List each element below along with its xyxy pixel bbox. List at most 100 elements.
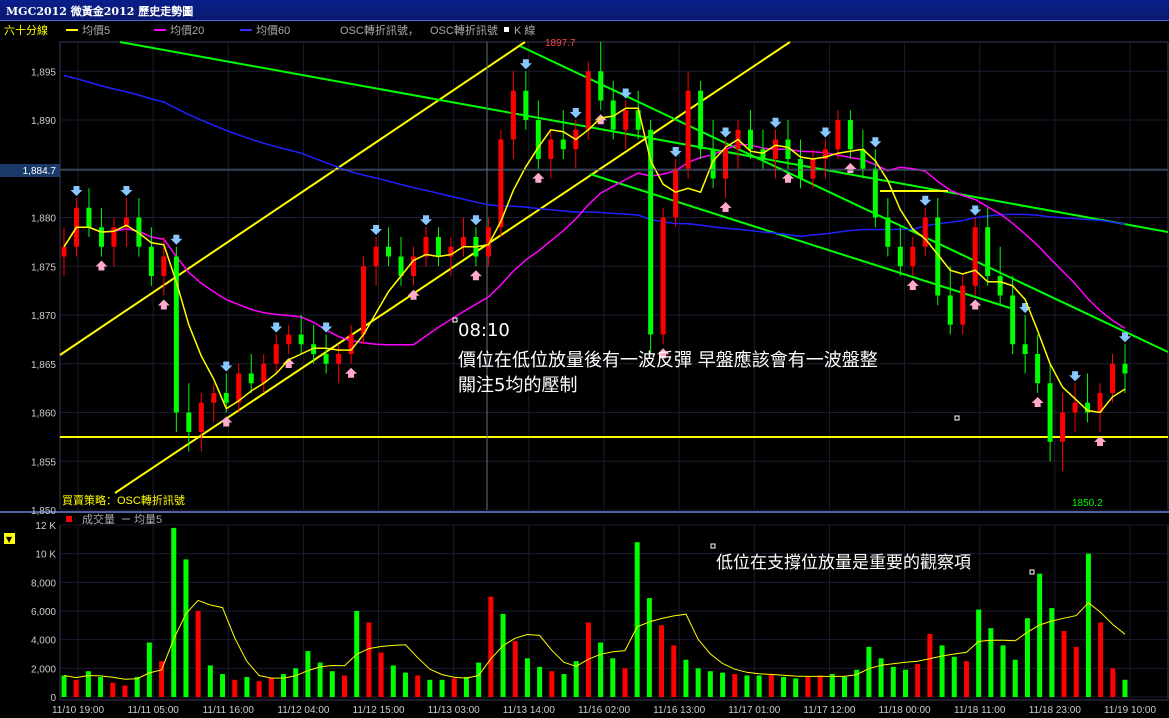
candle-body [922, 217, 928, 247]
strategy-label: 買賣策略：OSC轉折訊號 [62, 493, 185, 507]
candle-body [985, 227, 991, 276]
volume-legend-label: 成交量 [82, 512, 115, 526]
volume-tick-label: 12 K [35, 521, 56, 532]
volume-bar [732, 674, 738, 697]
legend-ma20: 均價20 [170, 23, 204, 37]
candle-body [1122, 363, 1128, 374]
volume-bar [744, 675, 750, 697]
candle-body [148, 246, 154, 276]
volume-bar [683, 659, 689, 697]
x-tick-label: 11/12 15:00 [353, 705, 406, 716]
candle-body [673, 168, 679, 218]
candle-body [685, 90, 691, 169]
buy-signal-arrow [532, 172, 545, 183]
candle-body [1035, 354, 1041, 384]
volume-bar [451, 678, 457, 697]
x-tick-label: 11/18 23:00 [1029, 705, 1082, 716]
candle-body [236, 373, 242, 403]
candle-body [161, 256, 167, 276]
candle-body [61, 246, 67, 257]
candle-body [1010, 295, 1016, 345]
candle-body [972, 227, 978, 286]
candle-body [435, 237, 441, 257]
volume-bar [293, 668, 299, 697]
x-tick-label: 11/16 13:00 [653, 705, 706, 716]
volume-tick-label: 2,000 [31, 664, 56, 675]
candle-body [872, 168, 878, 218]
candle-body [86, 207, 92, 228]
candle-body [460, 237, 466, 247]
candle-body [723, 149, 729, 179]
volume-bar [268, 678, 274, 697]
candle-body [860, 149, 866, 169]
sell-signal-arrow [919, 195, 932, 206]
x-tick-label: 11/11 16:00 [203, 705, 255, 716]
volume-bar [427, 679, 433, 697]
volume-dropdown-arrow: ▼ [6, 535, 13, 544]
candle-body [386, 246, 392, 257]
sell-signal-arrow [220, 361, 233, 372]
candles[interactable] [61, 42, 1132, 471]
volume-bar [61, 675, 67, 697]
legend-period: 六十分線 [4, 23, 48, 37]
sell-signal-arrow [120, 186, 133, 196]
x-tick-label: 11/17 12:00 [803, 705, 856, 716]
candle-body [348, 334, 354, 354]
price-tick-label: 1,850 [31, 506, 56, 517]
price-tick-label: 1,855 [31, 457, 56, 468]
chart-canvas[interactable]: 六十分線 均價5 均價20 均價60 OSC轉折訊號， OSC轉折訊號 K 線 … [0, 0, 1169, 718]
volume-bar [524, 658, 530, 697]
volume-bar [415, 675, 421, 697]
volume-bar [671, 645, 677, 697]
x-tick-label: 11/17 01:00 [728, 705, 781, 716]
candle-body [336, 354, 342, 364]
candle-body [298, 334, 304, 345]
volume-bar [329, 671, 335, 697]
x-tick-label: 11/19 10:00 [1104, 705, 1157, 716]
volume-bar [390, 665, 396, 697]
volume-bar [561, 674, 567, 697]
volume-bar [951, 656, 957, 697]
ma60-path [63, 74, 1126, 238]
candle-body [810, 159, 816, 179]
volume-bar [756, 675, 762, 697]
volume-bar [220, 674, 226, 697]
volume-bar [171, 527, 177, 697]
candle-body [1060, 412, 1066, 442]
buy-signal-arrow [220, 416, 233, 427]
volume-bar [646, 598, 652, 697]
volume-bar [73, 679, 79, 697]
buy-signal-arrow [719, 202, 732, 212]
volume-bar [122, 685, 128, 697]
candle-body [598, 71, 604, 101]
volume-bar [1122, 679, 1128, 697]
price-legend: 六十分線 均價5 均價20 均價60 OSC轉折訊號， OSC轉折訊號 K 線 [4, 23, 535, 37]
volume-bar [512, 641, 518, 697]
price-tick-label: 1,880 [31, 214, 56, 225]
candle-body [772, 139, 778, 159]
candle-body [947, 295, 953, 325]
price-tick-label: 1,860 [31, 409, 56, 420]
sell-signal-arrow [419, 215, 432, 226]
candle-body [510, 90, 516, 140]
candle-body [897, 246, 903, 267]
volume-bar [500, 613, 506, 697]
volume-bar [463, 676, 469, 697]
low-label: 1850.2 [1072, 498, 1103, 509]
candle-body [186, 412, 192, 432]
x-tick-label: 11/13 14:00 [503, 705, 556, 716]
volume-bar [1012, 659, 1018, 697]
volume-bar [1000, 645, 1006, 697]
volume-bar [634, 542, 640, 697]
volume-bar [195, 611, 201, 697]
sell-signal-arrow [719, 127, 732, 138]
volume-bar [939, 645, 945, 697]
volume-bar [720, 672, 726, 697]
volume-bar [244, 676, 250, 697]
sell-signal-arrow [1069, 371, 1082, 382]
x-tick-label: 11/11 05:00 [127, 705, 179, 716]
candle-body [273, 344, 279, 364]
volume-bar [146, 642, 152, 697]
x-tick-label: 11/13 03:00 [428, 705, 481, 716]
annotation-time: 08:10 [458, 320, 510, 341]
